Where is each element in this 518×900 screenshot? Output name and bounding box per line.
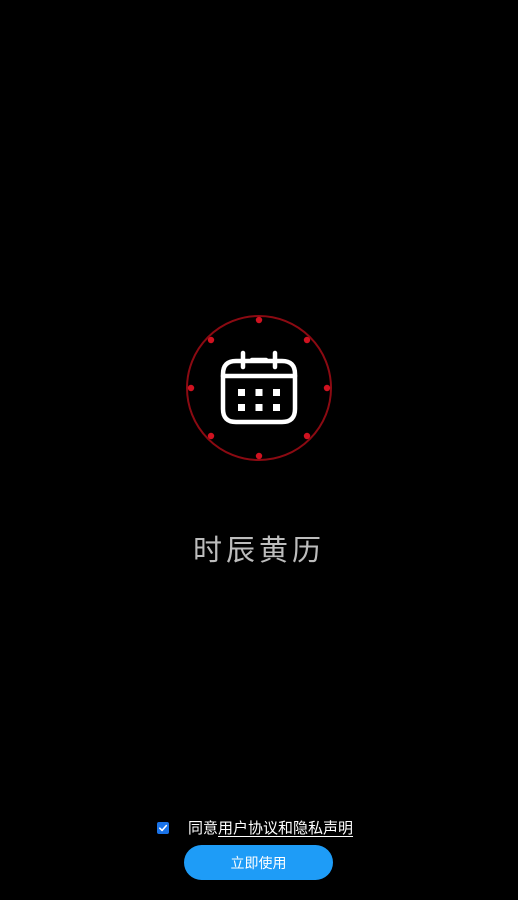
start-button[interactable]: 立即使用 [184, 845, 333, 880]
app-name: 时辰黄历 [192, 533, 325, 567]
app-logo [184, 313, 334, 463]
splash-screen: 时辰黄历 同意 用户协议和隐私声明 立即使用 [0, 0, 518, 900]
agreement-row: 同意 用户协议和隐私声明 [0, 816, 518, 840]
agreement-prefix: 同意 [187, 819, 218, 837]
agreement-link[interactable]: 用户协议和隐私声明 [218, 818, 353, 838]
agreement-checkbox[interactable] [156, 822, 169, 834]
check-icon [158, 824, 168, 832]
calendar-icon [186, 315, 332, 461]
